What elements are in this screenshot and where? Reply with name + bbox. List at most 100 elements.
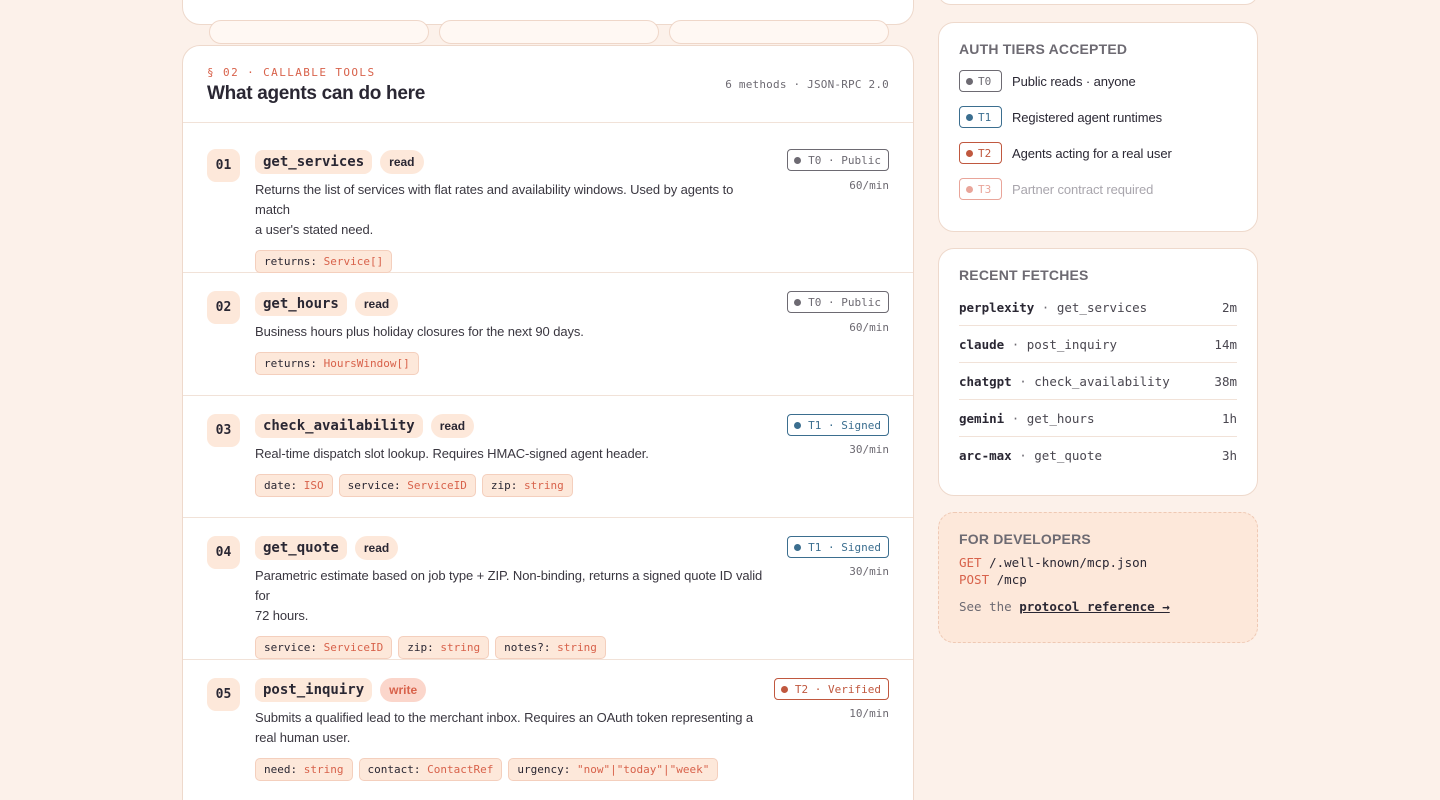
protocol-note: See the protocol reference → — [959, 599, 1170, 614]
fetch-row[interactable]: perplexity · get_services 2m — [959, 289, 1237, 326]
param-chip: need: string — [255, 758, 353, 781]
tool-params: service: ServiceID zip: string notes?: s… — [255, 636, 763, 659]
tool-params: returns: Service[] — [255, 250, 763, 273]
rate-limit: 30/min — [849, 565, 889, 578]
tier-dot-icon — [794, 543, 802, 551]
fetch-time: 1h — [1221, 410, 1237, 426]
tool-description: Business hours plus holiday closures for… — [255, 324, 584, 339]
tool-name: post_inquiry — [255, 678, 373, 702]
tool-name: get_quote — [255, 536, 347, 560]
tool-description: Submits a qualified lead to the merchant… — [255, 710, 753, 745]
param-chip: service: ServiceID — [255, 636, 393, 659]
card-title: RECENT FETCHES — [959, 267, 1089, 283]
tier-row-t3: T3 Partner contract required — [959, 171, 1237, 207]
param-chip: date: ISO — [255, 474, 333, 497]
tier-dot-icon — [780, 685, 788, 693]
param-chip: contact: ContactRef — [358, 758, 503, 781]
tier-badge: T0 · Public — [787, 291, 889, 313]
previous-pill — [669, 20, 889, 44]
fetch-row[interactable]: claude · post_inquiry 14m — [959, 326, 1237, 363]
fetch-row[interactable]: gemini · get_hours 1h — [959, 400, 1237, 437]
tool-params: returns: HoursWindow[] — [255, 352, 763, 375]
tool-number: 03 — [207, 414, 240, 447]
auth-tiers-card: AUTH TIERS ACCEPTED T0 Public reads · an… — [938, 22, 1258, 232]
tier-chip: T0 — [959, 70, 1002, 92]
rate-limit: 60/min — [849, 179, 889, 192]
previous-sidebar-card — [938, 0, 1258, 5]
param-chip: notes?: string — [495, 636, 606, 659]
tool-params: date: ISO service: ServiceID zip: string — [255, 474, 763, 497]
tier-label: Partner contract required — [1012, 181, 1154, 197]
fetch-time: 38m — [1214, 373, 1237, 389]
param-chip: zip: string — [481, 474, 573, 497]
section-meta: 6 methods · JSON-RPC 2.0 — [725, 78, 889, 91]
param-chip: urgency: "now"|"today"|"week" — [508, 758, 719, 781]
tier-dot-icon — [966, 113, 973, 121]
kind-badge: read — [380, 150, 424, 174]
tool-post-inquiry[interactable]: 05 post_inquiry write Submits a qualifie… — [183, 660, 913, 800]
previous-section-card — [182, 0, 914, 44]
param-chip: zip: string — [398, 636, 490, 659]
kind-badge: read — [430, 414, 475, 438]
previous-pill — [439, 20, 659, 44]
tier-row-t2: T2 Agents acting for a real user — [959, 135, 1237, 171]
tool-number: 01 — [207, 149, 240, 182]
tier-row-t0: T0 Public reads · anyone — [959, 63, 1237, 99]
param-chip: returns: HoursWindow[] — [255, 352, 419, 375]
rate-limit: 60/min — [849, 321, 889, 334]
tool-name: get_services — [255, 150, 373, 174]
card-title: FOR DEVELOPERS — [959, 531, 1091, 547]
tool-check-availability[interactable]: 03 check_availability read Real-time dis… — [183, 396, 913, 518]
tier-badge: T2 · Verified — [773, 678, 889, 700]
protocol-reference-link[interactable]: protocol reference → — [1019, 599, 1170, 614]
endpoint-post[interactable]: POST /mcp — [959, 572, 1237, 587]
tier-badge: T1 · Signed — [787, 536, 889, 558]
tier-dot-icon — [794, 156, 802, 164]
tier-dot-icon — [794, 421, 802, 429]
rate-limit: 30/min — [849, 443, 889, 456]
tool-get-services[interactable]: 01 get_services read Returns the list of… — [183, 123, 913, 273]
tool-description: Parametric estimate based on job type + … — [255, 568, 763, 623]
tool-number: 02 — [207, 291, 240, 324]
tier-label: Registered agent runtimes — [1012, 109, 1162, 125]
fetch-row[interactable]: arc-max · get_quote 3h — [959, 437, 1237, 474]
tier-label: Agents acting for a real user — [1012, 145, 1172, 161]
fetch-time: 2m — [1221, 299, 1237, 315]
tier-badge: T1 · Signed — [787, 414, 889, 436]
section-header: § 02 · CALLABLE TOOLS What agents can do… — [183, 46, 913, 123]
tool-description: Real-time dispatch slot lookup. Requires… — [255, 446, 649, 461]
kind-badge: write — [380, 678, 427, 702]
fetch-time: 3h — [1221, 448, 1237, 463]
tier-dot-icon — [794, 298, 802, 306]
tool-get-quote[interactable]: 04 get_quote read Parametric estimate ba… — [183, 518, 913, 660]
fetch-row[interactable]: chatgpt · check_availability 38m — [959, 363, 1237, 400]
tier-chip: T1 — [959, 106, 1002, 128]
tool-params: need: string contact: ContactRef urgency… — [255, 758, 763, 781]
tier-chip: T3 — [959, 178, 1002, 200]
tier-dot-icon — [966, 77, 973, 85]
endpoint-get[interactable]: GET /.well-known/mcp.json — [959, 555, 1237, 570]
tier-row-t1: T1 Registered agent runtimes — [959, 99, 1237, 135]
tier-chip: T2 — [959, 142, 1002, 164]
tier-dot-icon — [966, 149, 973, 157]
tool-name: check_availability — [255, 414, 423, 438]
kind-badge: read — [354, 536, 399, 560]
previous-pill — [209, 20, 429, 44]
param-chip: service: ServiceID — [338, 474, 476, 497]
tool-get-hours[interactable]: 02 get_hours read Business hours plus ho… — [183, 273, 913, 396]
tool-name: get_hours — [255, 292, 347, 316]
fetch-time: 14m — [1214, 336, 1237, 352]
callable-tools-section: § 02 · CALLABLE TOOLS What agents can do… — [182, 45, 914, 800]
rate-limit: 10/min — [849, 707, 889, 720]
tool-description: Returns the list of services with flat r… — [255, 182, 734, 237]
developers-card: FOR DEVELOPERS GET /.well-known/mcp.json… — [938, 512, 1258, 643]
tier-dot-icon — [966, 185, 973, 193]
kind-badge: read — [354, 292, 399, 316]
tier-badge: T0 · Public — [787, 149, 889, 171]
param-chip: returns: Service[] — [255, 250, 393, 273]
card-title: AUTH TIERS ACCEPTED — [959, 41, 1128, 57]
tier-label: Public reads · anyone — [1012, 73, 1136, 89]
tool-number: 05 — [207, 678, 240, 711]
tool-number: 04 — [207, 536, 240, 569]
recent-fetches-card: RECENT FETCHES perplexity · get_services… — [938, 248, 1258, 496]
